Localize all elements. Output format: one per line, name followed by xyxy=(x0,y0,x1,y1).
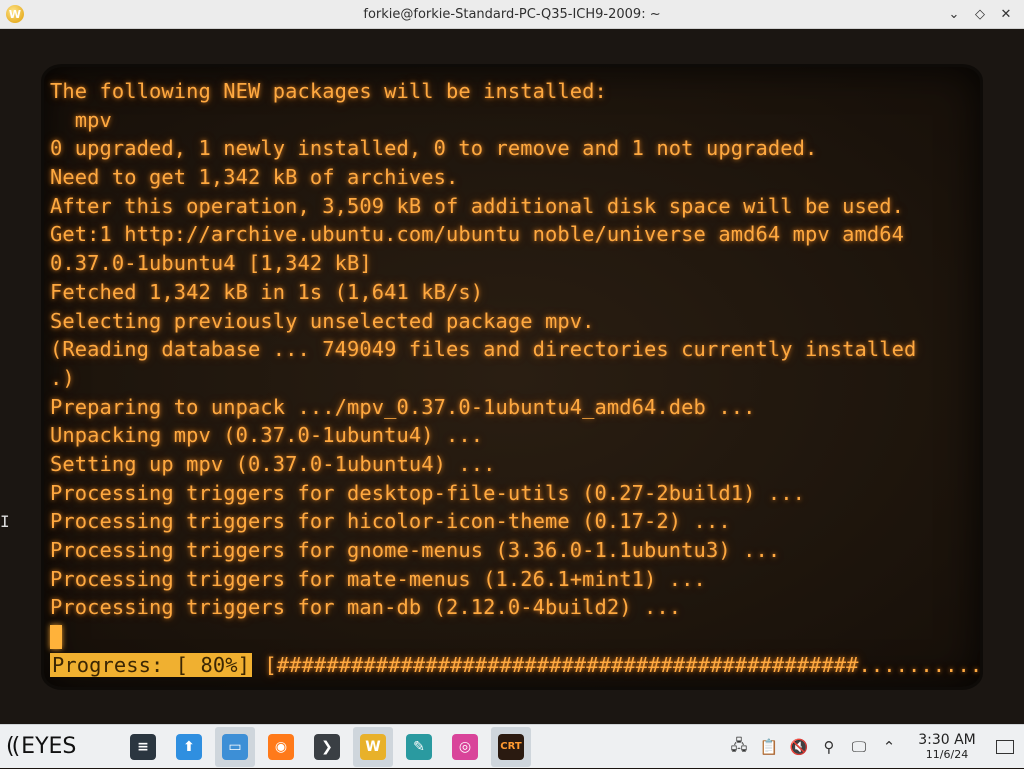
progress-label: Progress: [ 80%] xyxy=(50,652,253,677)
terminal-line: Unpacking mpv (0.37.0-1ubuntu4) ... xyxy=(50,423,484,448)
taskbar-apps: ≡ ⬆ ▭ ◉ ❯ W ✎ ◎ CRT xyxy=(120,726,534,767)
window-title: forkie@forkie-Standard-PC-Q35-ICH9-2009:… xyxy=(363,6,661,22)
terminal-line: Get:1 http://archive.ubuntu.com/ubuntu n… xyxy=(50,222,904,247)
wine-app-icon: W xyxy=(6,5,24,23)
crt-terminal-icon: CRT xyxy=(498,733,524,760)
taskbar-app-terminal[interactable]: ❯ xyxy=(307,727,347,767)
terminal-line: Selecting previously unselected package … xyxy=(50,308,595,333)
maximize-button[interactable]: ◇ xyxy=(970,4,990,24)
system-tray: 🖧 📋 🔇 ⚲ 🖵 ⌃ 3:30 AM 11/6/24 xyxy=(724,725,1024,769)
terminal-window[interactable]: The following NEW packages will be insta… xyxy=(0,29,1024,724)
start-menu-button[interactable]: (( EYES xyxy=(6,734,106,759)
progress-bar: [#######################################… xyxy=(252,652,980,677)
taskbar: (( EYES ≡ ⬆ ▭ ◉ ❯ W ✎ ◎ CRT 🖧 📋 🔇 ⚲ 🖵 ⌃ 3:30 AM … xyxy=(0,724,1024,768)
taskbar-app-color-wheel[interactable]: ◎ xyxy=(445,727,485,767)
terminal-line: Processing triggers for gnome-menus (3.3… xyxy=(50,538,781,562)
cursor-line xyxy=(50,622,976,651)
terminal-line: .) xyxy=(50,365,75,390)
crt-screen[interactable]: The following NEW packages will be insta… xyxy=(44,67,980,687)
terminal-line: Fetched 1,342 kB in 1s (1,641 kB/s) xyxy=(50,279,484,304)
firefox-icon: ◉ xyxy=(268,733,294,760)
terminal-line: 0.37.0-1ubuntu4 [1,342 kB] xyxy=(50,251,372,276)
clipboard-icon[interactable]: 📋 xyxy=(758,736,780,758)
terminal-line: Need to get 1,342 kB of archives. xyxy=(50,165,459,190)
display-icon[interactable]: 🖵 xyxy=(848,736,870,758)
color-wheel-icon: ◎ xyxy=(452,733,478,760)
clock-date: 11/6/24 xyxy=(925,748,969,761)
taskbar-app-crt-terminal[interactable]: CRT xyxy=(491,726,531,767)
network-icon[interactable]: 🖧 xyxy=(728,736,750,758)
taskbar-app-files[interactable]: ▭ xyxy=(215,726,255,767)
clock-time: 3:30 AM xyxy=(918,732,976,748)
minimize-button[interactable]: ⌄ xyxy=(944,4,964,24)
terminal-output: The following NEW packages will be insta… xyxy=(50,77,980,680)
terminal-line: After this operation, 3,509 kB of additi… xyxy=(50,193,904,218)
eyes-logo-icon: (( xyxy=(6,734,20,759)
window-controls: ⌄ ◇ ✕ xyxy=(944,4,1016,24)
clock[interactable]: 3:30 AM 11/6/24 xyxy=(912,732,982,762)
taskbar-app-image-editor[interactable]: ✎ xyxy=(399,727,439,767)
taskbar-app-firefox[interactable]: ◉ xyxy=(261,727,301,767)
terminal-line: (Reading database ... 749049 files and d… xyxy=(50,337,917,362)
terminal-line: Processing triggers for man-db (2.12.0-4… xyxy=(50,595,682,620)
terminal-icon: ❯ xyxy=(314,733,340,760)
wine-icon: W xyxy=(360,733,386,760)
terminal-line: Processing triggers for desktop-file-uti… xyxy=(50,480,805,505)
close-button[interactable]: ✕ xyxy=(996,4,1016,24)
mute-icon[interactable]: 🔇 xyxy=(788,736,810,758)
taskbar-app-wine[interactable]: W xyxy=(353,726,393,767)
image-editor-icon: ✎ xyxy=(406,733,432,760)
taskbar-app-mixer-settings[interactable]: ≡ xyxy=(123,727,163,767)
text-cursor-icon: I xyxy=(0,512,10,531)
files-icon: ▭ xyxy=(222,733,248,760)
terminal-line: Setting up mpv (0.37.0-1ubuntu4) ... xyxy=(50,451,496,476)
expand-icon[interactable]: ⌃ xyxy=(878,736,900,758)
terminal-line: Processing triggers for mate-menus (1.26… xyxy=(50,566,706,591)
terminal-line: 0 upgraded, 1 newly installed, 0 to remo… xyxy=(50,136,818,161)
terminal-line: mpv xyxy=(50,107,112,132)
start-label: EYES xyxy=(21,734,77,759)
progress-line: Progress: [ 80%] [######################… xyxy=(50,651,980,680)
taskbar-app-software-store[interactable]: ⬆ xyxy=(169,727,209,767)
window-titlebar: W forkie@forkie-Standard-PC-Q35-ICH9-200… xyxy=(0,0,1024,29)
terminal-line: Preparing to unpack .../mpv_0.37.0-1ubun… xyxy=(50,394,756,419)
usb-icon[interactable]: ⚲ xyxy=(818,736,840,758)
show-desktop-icon[interactable] xyxy=(996,740,1014,754)
terminal-line: The following NEW packages will be insta… xyxy=(50,79,607,103)
terminal-line: Processing triggers for hicolor-icon-the… xyxy=(50,509,731,534)
terminal-cursor xyxy=(50,625,62,650)
software-store-icon: ⬆ xyxy=(176,733,202,760)
mixer-settings-icon: ≡ xyxy=(130,733,156,760)
